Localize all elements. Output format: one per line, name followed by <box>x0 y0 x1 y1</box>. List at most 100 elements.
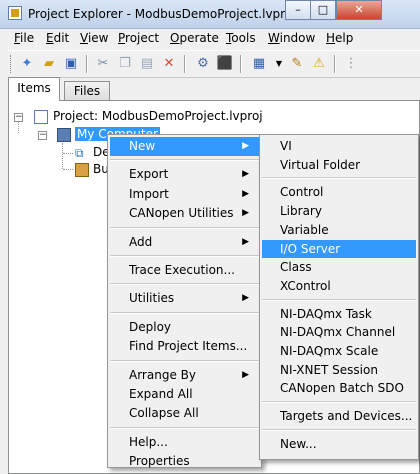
window-title: Project Explorer - ModbusDemoProject.lvp… <box>28 7 304 21</box>
new-submenu-item-library[interactable]: Library <box>262 202 416 221</box>
new-submenu-item-ni-daqmx-channel[interactable]: NI-DAQmx Channel <box>262 323 416 342</box>
menu-project-accel: P <box>118 31 126 45</box>
context-menu-separator <box>110 426 259 429</box>
new-submenu-item-control[interactable]: Control <box>262 183 416 202</box>
toolbar-separator <box>86 55 88 73</box>
new-submenu-item-targets-and-devices[interactable]: Targets and Devices... <box>262 407 416 426</box>
view-as-dropdown-icon[interactable]: ▼ <box>270 55 288 73</box>
warning-icon[interactable]: ⚠ <box>310 55 328 73</box>
new-submenu-item-ni-xnet-session[interactable]: NI-XNET Session <box>262 361 416 380</box>
copy-icon[interactable]: ❐ <box>116 55 134 73</box>
toolbar-separator <box>184 55 186 73</box>
context-menu-item-collapse-all[interactable]: Collapse All <box>110 404 259 423</box>
context-menu-item-canopen-utilities[interactable]: CANopen Utilities ▶ <box>110 204 259 223</box>
context-menu-item-help[interactable]: Help... <box>110 433 259 452</box>
new-submenu-separator <box>262 401 416 404</box>
context-menu-item-label: CANopen Utilities <box>129 206 234 221</box>
cut-icon[interactable]: ✂ <box>94 55 112 73</box>
context-menu-separator <box>110 226 259 229</box>
context-menu-item-find-project-items[interactable]: Find Project Items... <box>110 337 259 356</box>
minimize-button[interactable]: – <box>285 0 311 20</box>
tab-items[interactable]: Items <box>8 77 60 101</box>
properties-icon[interactable]: ✎ <box>288 55 306 73</box>
new-submenu-item-class[interactable]: Class <box>262 258 416 277</box>
new-file-icon[interactable]: ✦ <box>18 55 36 73</box>
submenu-arrow-icon: ▶ <box>242 208 249 219</box>
new-submenu-item-label: VI <box>280 139 292 153</box>
new-submenu-item-label: NI-DAQmx Scale <box>280 344 379 358</box>
context-menu-item-utilities[interactable]: Utilities ▶ <box>110 289 259 308</box>
toolbar-separator <box>240 55 242 73</box>
save-all-icon[interactable]: ▣ <box>62 55 80 73</box>
delete-icon[interactable]: ✕ <box>160 55 178 73</box>
context-menu-item-arrange-by[interactable]: Arrange By ▶ <box>110 366 259 385</box>
view-as-icon[interactable]: ▦ <box>250 55 268 73</box>
new-submenu-item-variable[interactable]: Variable <box>262 221 416 240</box>
menu-help[interactable]: Help <box>326 31 353 45</box>
context-menu-item-label: Add <box>129 234 153 249</box>
new-submenu-item-label: Virtual Folder <box>280 157 361 172</box>
context-menu-item-label: Import <box>129 186 169 201</box>
deploy-icon[interactable]: ⬛ <box>216 55 234 73</box>
menu-operate[interactable]: Operate <box>170 31 219 45</box>
menu-edit[interactable]: Edit <box>46 31 69 45</box>
tab-files[interactable]: Files <box>64 81 110 101</box>
context-menu-item-expand-all[interactable]: Expand All <box>110 385 259 404</box>
new-submenu-item-xcontrol[interactable]: XControl <box>262 277 416 296</box>
submenu-arrow-icon: ▶ <box>242 236 249 247</box>
context-menu-item-new[interactable]: New ▶ <box>110 137 259 157</box>
new-submenu-item-i-o-server[interactable]: I/O Server <box>262 239 416 259</box>
new-submenu-item-vi[interactable]: VI <box>262 137 416 156</box>
dependencies-icon: ⧉ <box>75 146 84 160</box>
new-submenu-item-label: NI-XNET Session <box>280 362 378 377</box>
context-menu-item-label: Arrange By <box>129 367 196 382</box>
menu-bar: File Edit View Project Operate Tools Win… <box>8 28 420 48</box>
tree-line <box>63 153 73 154</box>
new-submenu-item-label: Library <box>280 204 322 219</box>
context-menu-item-properties[interactable]: Properties <box>110 452 259 471</box>
tree-line <box>63 169 73 170</box>
maximize-button[interactable]: □ <box>310 0 336 20</box>
context-menu-item-label: Collapse All <box>129 406 199 421</box>
menu-file[interactable]: File <box>14 31 34 45</box>
menu-project[interactable]: Project <box>118 31 159 45</box>
context-menu-item-deploy[interactable]: Deploy <box>110 318 259 337</box>
new-submenu-item-ni-daqmx-task[interactable]: NI-DAQmx Task <box>262 305 416 324</box>
submenu-arrow-icon: ▶ <box>242 369 249 380</box>
new-submenu-item-virtual-folder[interactable]: Virtual Folder <box>262 156 416 175</box>
new-submenu-item-label: New... <box>280 436 317 451</box>
submenu-arrow-icon: ▶ <box>242 293 249 304</box>
open-folder-icon[interactable]: ▰ <box>40 55 58 73</box>
new-submenu-item-label: XControl <box>280 278 331 293</box>
menu-tools[interactable]: Tools <box>226 31 256 45</box>
title-bar[interactable]: Project Explorer - ModbusDemoProject.lvp… <box>0 0 420 29</box>
more-icon[interactable]: ⋮ <box>342 55 360 73</box>
new-submenu-item-label: NI-DAQmx Channel <box>280 325 396 340</box>
tree-line <box>62 143 63 169</box>
context-menu-item-trace-execution[interactable]: Trace Execution... <box>110 261 259 280</box>
toolbar-grip[interactable] <box>10 55 14 73</box>
new-submenu-item-canopen-batch-sdo[interactable]: CANopen Batch SDO <box>262 379 416 398</box>
close-button[interactable]: ✕ <box>336 0 382 20</box>
context-menu-item-label: Utilities <box>129 291 175 306</box>
menu-view-accel: V <box>80 31 88 45</box>
menu-file-label: ile <box>20 31 35 45</box>
context-menu-item-add[interactable]: Add ▶ <box>110 233 259 252</box>
context-menu-item-export[interactable]: Export ▶ <box>110 165 259 184</box>
paste-icon[interactable]: ▤ <box>138 55 156 73</box>
new-submenu-item-new[interactable]: New... <box>262 435 416 454</box>
new-submenu-item-ni-daqmx-scale[interactable]: NI-DAQmx Scale <box>262 342 416 361</box>
my-computer-expander[interactable]: − <box>38 131 47 140</box>
menu-window[interactable]: Window <box>268 31 315 45</box>
context-menu-separator <box>110 159 259 162</box>
new-submenu-item-label: Class <box>280 260 312 275</box>
tree-project[interactable]: Project: ModbusDemoProject.lvproj <box>53 109 263 123</box>
context-menu-separator <box>110 359 259 362</box>
menu-edit-label: dit <box>53 31 70 45</box>
toolbar: ✦ ▰ ▣ ✂ ❐ ▤ ✕ ⚙ ⬛ ▦ ▼ ✎ ⚠ ⋮ <box>8 50 420 78</box>
context-menu-item-import[interactable]: Import ▶ <box>110 185 259 204</box>
context-menu-separator <box>110 283 259 286</box>
build-icon[interactable]: ⚙ <box>194 55 212 73</box>
menu-view[interactable]: View <box>80 31 108 45</box>
project-expander[interactable]: − <box>14 113 23 122</box>
